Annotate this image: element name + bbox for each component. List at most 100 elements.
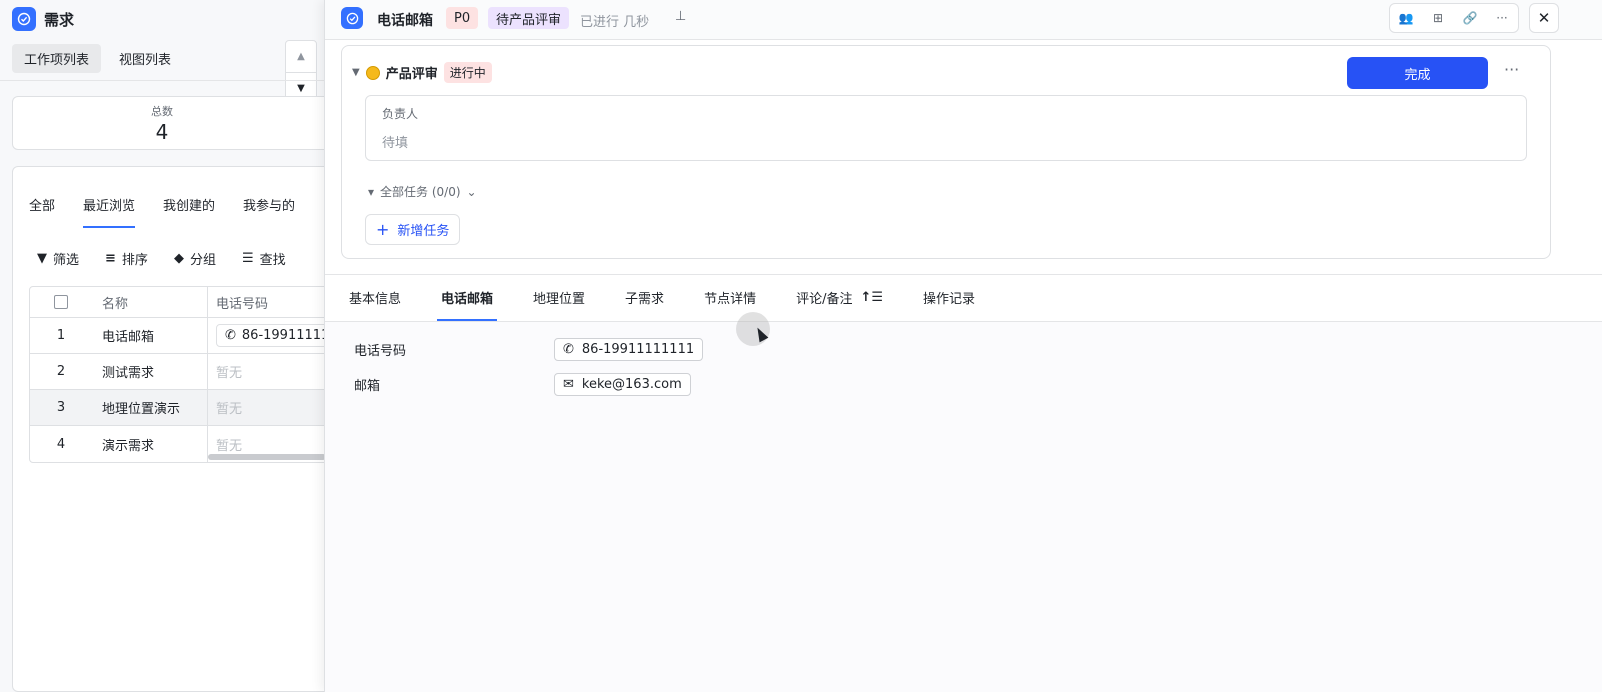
tag-icon: ◆: [173, 251, 184, 266]
find-label: 查找: [259, 253, 286, 268]
detail-tabs: 基本信息 电话邮箱 地理位置 子需求 节点详情 评论/备注 ↑☰ 操作记录: [345, 276, 979, 321]
email-value-chip[interactable]: ✉ keke@163.com: [554, 373, 691, 396]
select-all-checkbox[interactable]: [54, 295, 68, 309]
chevron-down-icon: ⌄: [466, 184, 477, 199]
row-index: 2: [56, 364, 66, 379]
filter-tabs: 全部 最近浏览 我创建的 我参与的: [29, 195, 295, 228]
row-phone: 86-19911111111: [241, 328, 328, 343]
row-phone: 暂无: [216, 366, 243, 381]
phone-value: 86-19911111111: [581, 342, 695, 357]
priority-badge[interactable]: P0: [446, 7, 479, 29]
app-logo-icon: [12, 7, 36, 31]
node-header: ▼ 产品评审 进行中: [352, 62, 492, 83]
app-title: 需求: [44, 10, 75, 29]
phone-field: 电话号码 ✆ 86-19911111111: [354, 338, 704, 361]
row-index: 3: [56, 400, 66, 415]
email-value: keke@163.com: [581, 377, 682, 392]
table-row[interactable]: 1 电话邮箱 ✆ 86-19911111111: [30, 318, 328, 354]
column-header-phone[interactable]: 电话号码: [208, 287, 328, 317]
tab-work-item-list[interactable]: 工作项列表: [12, 44, 102, 73]
more-icon[interactable]: ···: [1486, 4, 1518, 32]
table-row[interactable]: 2 测试需求 暂无: [30, 354, 328, 390]
owner-field[interactable]: 负责人 待填: [365, 95, 1527, 161]
table-row[interactable]: 3 地理位置演示 暂无: [30, 390, 328, 426]
tab-comments-label: 评论/备注: [796, 292, 853, 307]
work-item-table: 名称 电话号码 1 电话邮箱 ✆ 86-19911111111 2 测试需求 暂…: [29, 286, 329, 463]
filter-tab-all[interactable]: 全部: [29, 195, 55, 228]
detail-header: 电话邮箱 P0 待产品评审 已进行 几秒 ⊥ 👥 ⊞ 🔗 ··· ✕: [325, 0, 1602, 40]
workflow-node-card: ▼ 产品评审 进行中 完成 ··· 负责人 待填 ▾ 全部任务 (0/0) ⌄ …: [341, 45, 1551, 259]
owner-placeholder: 待填: [382, 136, 409, 151]
detail-title: 电话邮箱: [377, 13, 433, 29]
plus-icon: +: [376, 220, 390, 239]
link-icon[interactable]: 🔗: [1454, 4, 1486, 32]
phone-icon: ✆: [225, 328, 236, 343]
row-name[interactable]: 电话邮箱: [92, 318, 208, 353]
phone-field-label: 电话号码: [354, 344, 407, 359]
all-tasks-label: 全部任务 (0/0): [380, 185, 461, 199]
row-name[interactable]: 地理位置演示: [92, 390, 208, 425]
email-field-label: 邮箱: [354, 379, 381, 394]
header-actions: 👥 ⊞ 🔗 ···: [1389, 3, 1519, 33]
list-toolbar: ▼ 筛选 ≡ 排序 ◆ 分组 ☰ 查找: [37, 249, 286, 268]
total-count-value: 4: [155, 120, 169, 144]
email-field: 邮箱 ✉ keke@163.com: [354, 373, 691, 396]
scroll-up-icon[interactable]: ▲: [286, 41, 316, 72]
work-item-list-card: 全部 最近浏览 我创建的 我参与的 ▼ 筛选 ≡ 排序 ◆ 分组 ☰ 查找 名称…: [12, 166, 330, 692]
filter-tab-participated[interactable]: 我参与的: [243, 195, 295, 228]
view-tabs: 工作项列表 视图列表: [12, 44, 183, 73]
filter-tab-recent[interactable]: 最近浏览: [83, 195, 136, 228]
find-button[interactable]: ☰ 查找: [242, 249, 286, 268]
row-name[interactable]: 演示需求: [92, 426, 208, 462]
tab-location[interactable]: 地理位置: [529, 276, 589, 321]
total-count-label: 总数: [151, 105, 173, 118]
requirements-list-pane: 需求 工作项列表 视图列表 ▲ ▼ 总数 4 全部 最近浏览 我创建的 我参与的…: [0, 0, 330, 692]
status-badge[interactable]: 待产品评审: [488, 7, 570, 29]
collapse-icon[interactable]: ▼: [352, 67, 360, 78]
members-icon[interactable]: 👥: [1390, 4, 1422, 32]
filter-icon: ▼: [37, 251, 47, 266]
mail-icon: ✉: [563, 377, 574, 392]
tab-basic-info[interactable]: 基本信息: [345, 276, 405, 321]
phone-chip[interactable]: ✆ 86-19911111111: [216, 324, 328, 347]
complete-button[interactable]: 完成: [1347, 57, 1488, 89]
divider: [325, 274, 1602, 275]
filter-label: 筛选: [53, 253, 80, 268]
sort-icon: ≡: [105, 251, 116, 266]
tab-sub-requirements[interactable]: 子需求: [621, 276, 668, 321]
phone-icon: ✆: [563, 342, 574, 357]
all-tasks-toggle[interactable]: ▾ 全部任务 (0/0) ⌄: [368, 183, 477, 200]
sort-label: 排序: [121, 253, 148, 268]
phone-value-chip[interactable]: ✆ 86-19911111111: [554, 338, 704, 361]
tab-phone-email[interactable]: 电话邮箱: [437, 276, 498, 321]
horizontal-scrollbar[interactable]: [208, 454, 326, 460]
node-status-dot: [365, 65, 380, 80]
app-logo-icon: [341, 7, 363, 29]
detail-panel: 电话邮箱 P0 待产品评审 已进行 几秒 ⊥ 👥 ⊞ 🔗 ··· ✕ ▼ 产品评…: [324, 0, 1602, 692]
row-index: 4: [56, 436, 66, 452]
add-task-button[interactable]: + 新增任务: [365, 214, 461, 245]
row-phone: 暂无: [216, 402, 243, 417]
tab-activity-log[interactable]: 操作记录: [919, 276, 979, 321]
close-icon[interactable]: ✕: [1529, 3, 1559, 33]
divider: [0, 80, 330, 81]
table-header: 名称 电话号码: [30, 287, 328, 318]
filter-button[interactable]: ▼ 筛选: [37, 249, 79, 268]
sort-button[interactable]: ≡ 排序: [105, 249, 148, 268]
caret-down-icon: ▾: [368, 184, 375, 199]
tab-comments[interactable]: 评论/备注 ↑☰: [792, 276, 887, 321]
tab-view-list[interactable]: 视图列表: [107, 44, 183, 73]
bookmark-icon[interactable]: ⊞: [1422, 4, 1454, 32]
column-header-name[interactable]: 名称: [92, 287, 208, 317]
group-label: 分组: [189, 253, 216, 268]
sort-icon[interactable]: ↑☰: [860, 290, 883, 305]
elapsed-time: 已进行 几秒: [580, 15, 650, 30]
owner-label: 负责人: [382, 107, 419, 121]
more-icon[interactable]: ···: [1504, 60, 1519, 79]
pin-icon[interactable]: ⊥: [675, 9, 686, 24]
group-button[interactable]: ◆ 分组: [174, 249, 216, 268]
filter-tab-created[interactable]: 我创建的: [163, 195, 215, 228]
add-task-label: 新增任务: [397, 224, 450, 239]
node-state-badge: 进行中: [443, 62, 492, 83]
row-name[interactable]: 测试需求: [92, 354, 208, 389]
